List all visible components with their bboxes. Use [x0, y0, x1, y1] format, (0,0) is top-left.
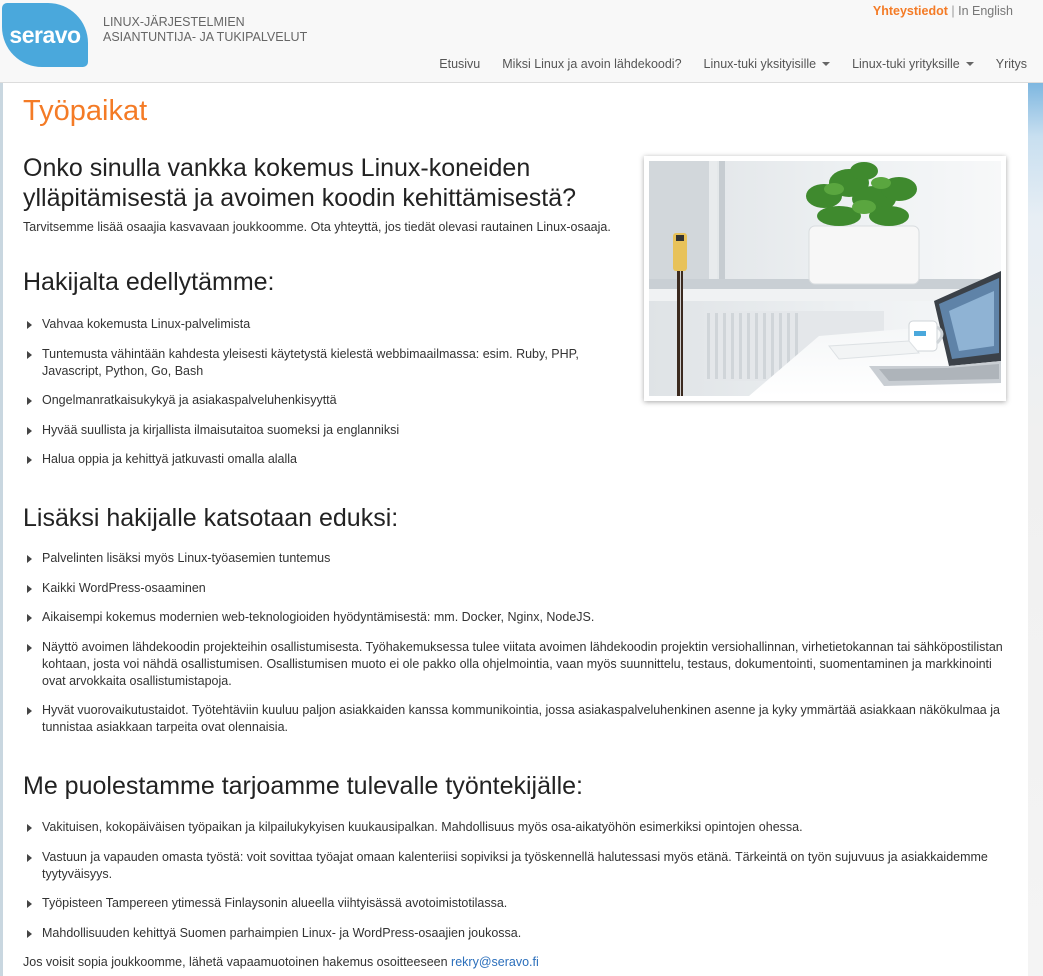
nav-item-miksi-linux[interactable]: Miksi Linux ja avoin lähdekoodi? — [502, 57, 681, 71]
caret-down-icon — [965, 62, 974, 66]
logo-text: seravo — [9, 21, 81, 48]
list-item: Tuntemusta vähintään kahdesta yleisesti … — [23, 346, 623, 380]
list-item: Kaikki WordPress-osaaminen — [23, 580, 1013, 597]
nav-item-yritys[interactable]: Yritys — [996, 57, 1027, 71]
main-nav: Etusivu Miksi Linux ja avoin lähdekoodi?… — [417, 57, 1027, 71]
list-item: Halua oppia ja kehittyä jatkuvasti omall… — [23, 451, 623, 468]
list-item: Vahvaa kokemusta Linux-palvelimista — [23, 316, 623, 333]
list-item: Mahdollisuuden kehittyä Suomen parhaimpi… — [23, 925, 1013, 942]
nav-item-linux-tuki-yrityksille[interactable]: Linux-tuki yrityksille — [852, 57, 974, 71]
nav-item-etusivu[interactable]: Etusivu — [439, 57, 480, 71]
nav-label: Yritys — [995, 57, 1027, 71]
nav-label: Miksi Linux ja avoin lähdekoodi? — [502, 57, 682, 71]
seravo-logo[interactable]: seravo — [2, 3, 88, 67]
requirements-heading: Hakijalta edellytämme: — [23, 268, 275, 296]
list-item: Hyvää suullista ja kirjallista ilmaisuta… — [23, 422, 623, 439]
requirements-list: Vahvaa kokemusta Linux-palvelimista Tunt… — [23, 316, 623, 481]
offer-heading: Me puolestamme tarjoamme tulevalle työnt… — [23, 772, 583, 800]
list-item: Työpisteen Tampereen ytimessä Finlaysoni… — [23, 895, 1013, 912]
nav-label: Linux-tuki yksityisille — [703, 57, 817, 71]
tagline-line1: LINUX-JÄRJESTELMIEN — [103, 15, 245, 29]
office-photo-image — [649, 161, 1001, 396]
bonus-heading: Lisäksi hakijalle katsotaan eduksi: — [23, 504, 399, 532]
offer-list: Vakituisen, kokopäiväisen työpaikan ja k… — [23, 819, 1013, 954]
nav-label: Linux-tuki yrityksille — [852, 57, 960, 71]
list-item: Vakituisen, kokopäiväisen työpaikan ja k… — [23, 819, 1013, 836]
background-edge — [1028, 83, 1043, 976]
nav-label: Etusivu — [439, 57, 481, 71]
site-header: seravo LINUX-JÄRJESTELMIEN ASIANTUNTIJA-… — [0, 0, 1043, 83]
list-item: Vastuun ja vapauden omasta työstä: voit … — [23, 849, 1013, 883]
list-item: Näyttö avoimen lähdekoodin projekteihin … — [23, 639, 1013, 690]
application-note-text: Jos voisit sopia joukkoomme, lähetä vapa… — [23, 955, 448, 969]
list-item: Hyvät vuorovaikutustaidot. Työtehtäviin … — [23, 702, 1013, 736]
list-item: Palvelinten lisäksi myös Linux-työasemie… — [23, 550, 1013, 567]
tagline-line2: ASIANTUNTIJA- JA TUKIPALVELUT — [103, 30, 308, 44]
contact-link[interactable]: Yhteystiedot — [873, 4, 948, 18]
email-link[interactable]: rekry@seravo.fi — [451, 955, 539, 969]
bonus-list: Palvelinten lisäksi myös Linux-työasemie… — [23, 550, 1013, 749]
intro-heading: Onko sinulla vankka kokemus Linux-koneid… — [23, 154, 577, 212]
application-note: Jos voisit sopia joukkoomme, lähetä vapa… — [23, 955, 539, 969]
page-title: Työpaikat — [23, 95, 148, 127]
caret-down-icon — [822, 62, 831, 66]
top-links-separator: | — [951, 4, 955, 18]
top-links: Yhteystiedot | In English — [873, 4, 1013, 18]
office-photo — [644, 156, 1006, 401]
list-item: Aikaisempi kokemus modernien web-teknolo… — [23, 609, 1013, 626]
intro-text: Tarvitsemme lisää osaajia kasvavaan jouk… — [23, 220, 611, 234]
list-item: Ongelmanratkaisukykyä ja asiakaspalveluh… — [23, 392, 623, 409]
tagline: LINUX-JÄRJESTELMIEN ASIANTUNTIJA- JA TUK… — [103, 15, 307, 45]
english-link[interactable]: In English — [958, 4, 1013, 18]
nav-item-linux-tuki-yksityisille[interactable]: Linux-tuki yksityisille — [704, 57, 831, 71]
